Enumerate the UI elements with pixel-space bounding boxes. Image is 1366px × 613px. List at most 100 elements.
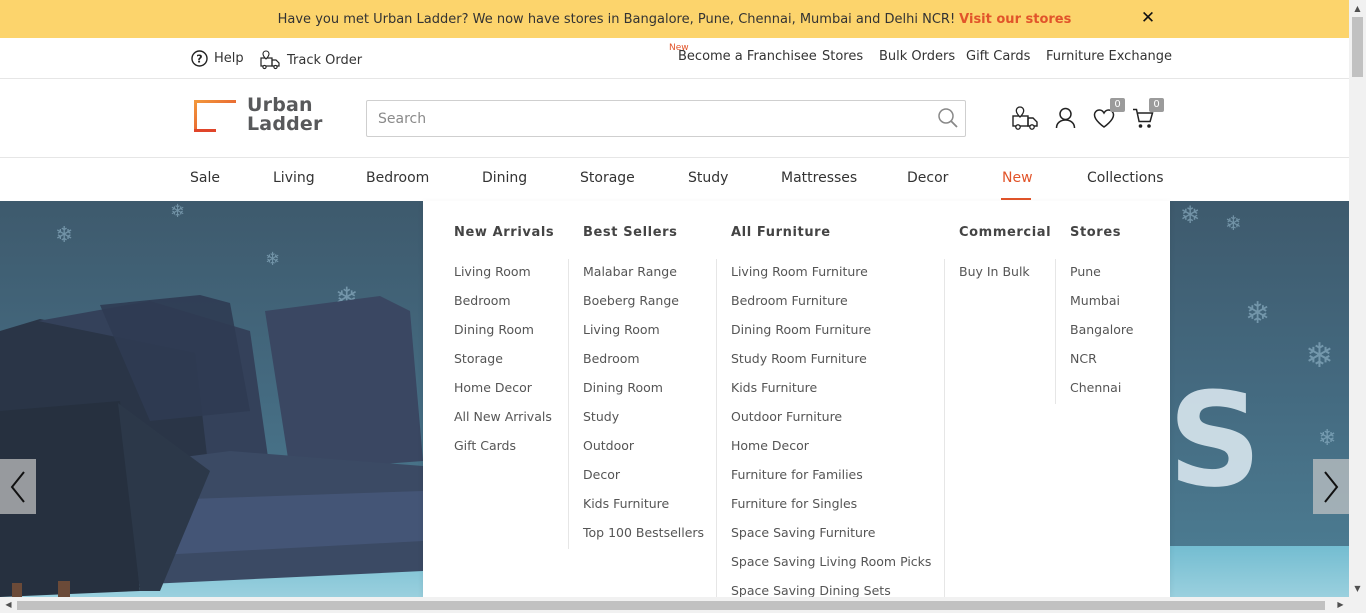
menu-item[interactable]: NCR <box>1070 346 1160 375</box>
menu-item[interactable]: Outdoor <box>583 433 718 462</box>
nav-item-new[interactable]: New <box>1002 170 1033 186</box>
menu-item[interactable]: Space Saving Living Room Picks <box>731 549 941 578</box>
snowflake-icon: ❄ <box>1318 426 1337 451</box>
scroll-down-icon[interactable]: ▼ <box>1349 580 1366 597</box>
menu-divider <box>716 259 717 597</box>
menu-item[interactable]: Buy In Bulk <box>959 259 1059 288</box>
menu-item[interactable]: Home Decor <box>731 433 941 462</box>
menu-heading[interactable]: Stores <box>1070 225 1121 240</box>
track-order-link[interactable]: Track Order <box>260 50 362 70</box>
menu-item[interactable]: Living Room <box>454 259 569 288</box>
menu-item[interactable]: Top 100 Bestsellers <box>583 520 718 549</box>
nav-item-sale[interactable]: Sale <box>190 170 220 186</box>
bulk-orders-link[interactable]: Bulk Orders <box>879 49 955 64</box>
wishlist-count-badge: 0 <box>1110 98 1125 112</box>
menu-item[interactable]: Bedroom <box>583 346 718 375</box>
utility-bar: ? Help Track Order New Become a Franchis… <box>0 38 1349 79</box>
nav-item-living[interactable]: Living <box>273 170 315 186</box>
nav-item-dining[interactable]: Dining <box>482 170 527 186</box>
search-icon[interactable] <box>937 107 959 129</box>
menu-item[interactable]: Dining Room <box>454 317 569 346</box>
menu-heading[interactable]: All Furniture <box>731 225 831 240</box>
menu-item[interactable]: Dining Room Furniture <box>731 317 941 346</box>
help-link[interactable]: ? Help <box>191 50 244 67</box>
horizontal-scrollbar[interactable]: ◀ ▶ <box>0 597 1366 613</box>
menu-list: Buy In Bulk <box>959 259 1059 288</box>
carousel-prev-button[interactable] <box>0 459 36 514</box>
menu-item[interactable]: Outdoor Furniture <box>731 404 941 433</box>
menu-heading[interactable]: Best Sellers <box>583 225 677 240</box>
menu-item[interactable]: Storage <box>454 346 569 375</box>
furniture-exchange-link[interactable]: Furniture Exchange <box>1046 49 1172 64</box>
menu-item[interactable]: Bedroom Furniture <box>731 288 941 317</box>
horizontal-scroll-thumb[interactable] <box>17 601 1325 610</box>
menu-item[interactable]: Bangalore <box>1070 317 1160 346</box>
nav-item-study[interactable]: Study <box>688 170 728 186</box>
nav-item-collections[interactable]: Collections <box>1087 170 1164 186</box>
visit-stores-link[interactable]: Visit our stores <box>959 12 1071 27</box>
menu-item[interactable]: Bedroom <box>454 288 569 317</box>
logo[interactable]: Urban Ladder <box>190 96 323 137</box>
menu-item[interactable]: Chennai <box>1070 375 1160 404</box>
nav-item-mattresses[interactable]: Mattresses <box>781 170 857 186</box>
scroll-up-icon[interactable]: ▲ <box>1349 0 1366 17</box>
menu-item[interactable]: Space Saving Dining Sets <box>731 578 941 597</box>
snowflake-icon: ❄ <box>1225 211 1242 235</box>
menu-item[interactable]: Furniture for Singles <box>731 491 941 520</box>
announcement-text: Have you met Urban Ladder? We now have s… <box>277 11 956 27</box>
menu-list: Living Room Furniture Bedroom Furniture … <box>731 259 941 597</box>
track-order-icon <box>260 50 280 70</box>
hero-graphic-text: S <box>1168 364 1262 516</box>
scroll-left-icon[interactable]: ◀ <box>0 597 17 613</box>
menu-list: Malabar Range Boeberg Range Living Room … <box>583 259 718 549</box>
menu-item[interactable]: Study Room Furniture <box>731 346 941 375</box>
menu-item[interactable]: Home Decor <box>454 375 569 404</box>
stores-link[interactable]: Stores <box>822 49 863 64</box>
franchisee-link[interactable]: Become a Franchisee <box>678 49 817 64</box>
menu-item[interactable]: Living Room <box>583 317 718 346</box>
snowflake-icon: ❄ <box>1305 336 1334 376</box>
carousel-next-button[interactable] <box>1313 459 1349 514</box>
close-icon[interactable]: ✕ <box>1140 10 1156 27</box>
search-input[interactable] <box>368 102 928 135</box>
menu-item[interactable]: Malabar Range <box>583 259 718 288</box>
menu-item[interactable]: Pune <box>1070 259 1160 288</box>
svg-text:?: ? <box>196 53 202 66</box>
nav-item-storage[interactable]: Storage <box>580 170 635 186</box>
nav-item-bedroom[interactable]: Bedroom <box>366 170 429 186</box>
cart-count-badge: 0 <box>1149 98 1164 112</box>
menu-item[interactable]: Boeberg Range <box>583 288 718 317</box>
menu-item[interactable]: Gift Cards <box>454 433 569 462</box>
snowflake-icon: ❄ <box>1245 296 1271 331</box>
active-nav-indicator <box>1001 198 1031 200</box>
menu-divider <box>1055 259 1056 404</box>
vertical-scroll-thumb[interactable] <box>1352 17 1363 77</box>
menu-item[interactable]: All New Arrivals <box>454 404 569 433</box>
menu-item[interactable]: Decor <box>583 462 718 491</box>
menu-item[interactable]: Living Room Furniture <box>731 259 941 288</box>
site-header: Urban Ladder 0 0 <box>0 79 1349 158</box>
menu-item[interactable]: Furniture for Families <box>731 462 941 491</box>
logo-text: Urban Ladder <box>247 96 323 134</box>
snowflake-icon: ❄ <box>265 249 281 270</box>
help-label: Help <box>214 51 244 66</box>
menu-item[interactable]: Study <box>583 404 718 433</box>
menu-item[interactable]: Space Saving Furniture <box>731 520 941 549</box>
vertical-scrollbar[interactable]: ▲ ▼ <box>1349 0 1366 597</box>
nav-item-decor[interactable]: Decor <box>907 170 948 186</box>
menu-item[interactable]: Mumbai <box>1070 288 1160 317</box>
menu-heading[interactable]: Commercial <box>959 225 1051 240</box>
snowflake-icon: ❄ <box>1180 201 1201 229</box>
page: Have you met Urban Ladder? We now have s… <box>0 0 1349 597</box>
sofa-image <box>0 295 423 597</box>
user-account-icon[interactable] <box>1055 107 1076 129</box>
scroll-right-icon[interactable]: ▶ <box>1332 597 1349 613</box>
gift-cards-link[interactable]: Gift Cards <box>966 49 1030 64</box>
menu-item[interactable]: Dining Room <box>583 375 718 404</box>
delivery-truck-icon[interactable] <box>1012 106 1039 131</box>
menu-item[interactable]: Kids Furniture <box>731 375 941 404</box>
menu-divider <box>944 259 945 597</box>
menu-list: Living Room Bedroom Dining Room Storage … <box>454 259 569 462</box>
menu-item[interactable]: Kids Furniture <box>583 491 718 520</box>
menu-heading[interactable]: New Arrivals <box>454 225 554 240</box>
